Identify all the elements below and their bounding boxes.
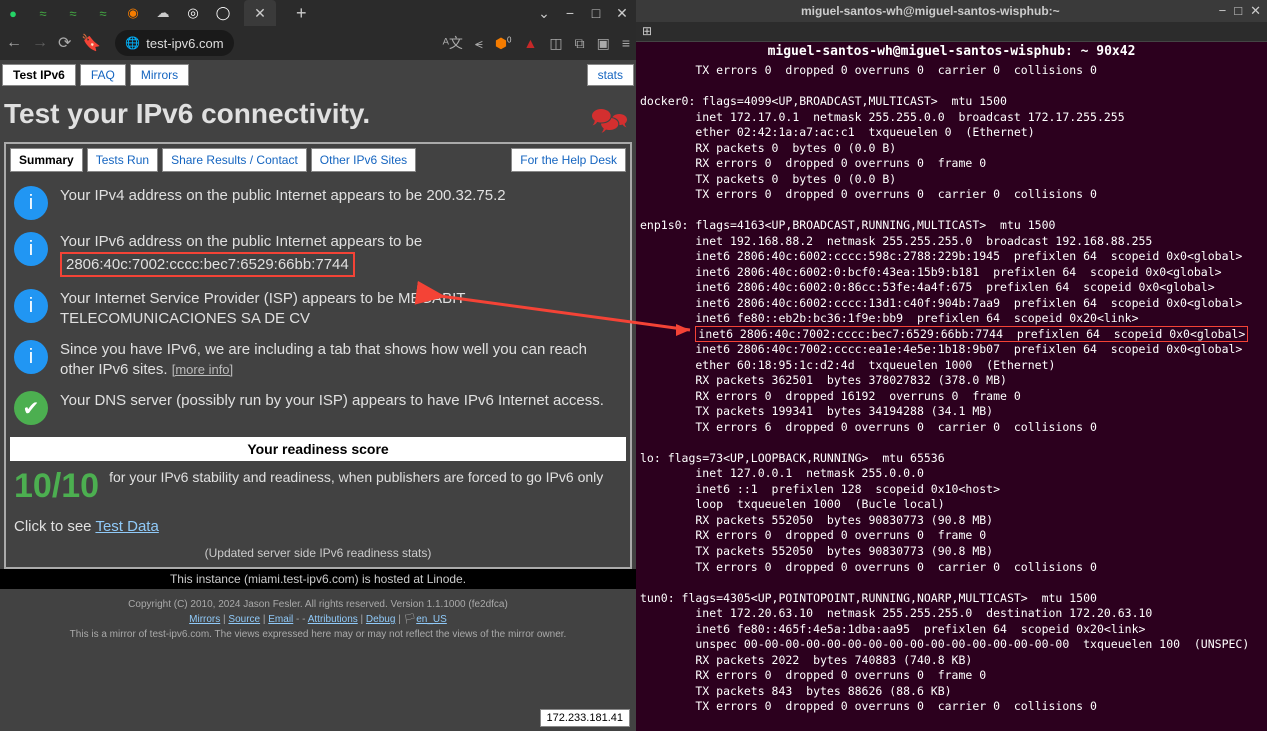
terminal-ipv6-highlight: inet6 2806:40c:7002:cccc:bec7:6529:66bb:… — [695, 326, 1248, 342]
footer-email[interactable]: Email — [268, 614, 293, 625]
updated-stats: (Updated server side IPv6 readiness stat… — [10, 543, 626, 563]
results-box: Summary Tests Run Share Results / Contac… — [4, 142, 632, 569]
grid-icon[interactable]: ⊞ — [636, 22, 658, 40]
footer-mirror-note: This is a mirror of test-ipv6.com. The v… — [70, 629, 567, 640]
ipv6-sites-result: Since you have IPv6, we are including a … — [60, 340, 622, 379]
page-content: Test IPv6 FAQ Mirrors stats 🗫 Test your … — [0, 60, 636, 731]
ipv6-sites-text: Since you have IPv6, we are including a … — [60, 341, 587, 378]
tab-faq[interactable]: FAQ — [80, 64, 126, 86]
ipv6-result-pre: Your IPv6 address on the public Internet… — [60, 233, 422, 250]
subtab-share[interactable]: Share Results / Contact — [162, 148, 307, 172]
sidebar-icon[interactable]: ▣ — [597, 35, 610, 52]
orange-app-icon[interactable]: ◉ — [124, 4, 142, 22]
footer-copyright: Copyright (C) 2010, 2024 Jason Fesler. A… — [128, 599, 508, 610]
subtab-help-desk[interactable]: For the Help Desk — [511, 148, 626, 172]
more-info-link[interactable]: [more info] — [172, 362, 233, 377]
panda-icon[interactable]: ◎ — [184, 4, 202, 22]
dns-result: Your DNS server (possibly run by your IS… — [60, 391, 604, 411]
terminal-window-title: miguel-santos-wh@miguel-santos-wisphub:~ — [801, 4, 1060, 18]
wallet-icon[interactable]: ◫ — [549, 35, 562, 52]
tab-stats[interactable]: stats — [587, 64, 634, 86]
info-icon: i — [14, 289, 48, 323]
footer: Copyright (C) 2010, 2024 Jason Fesler. A… — [0, 589, 636, 650]
footer-locale[interactable]: en_US — [416, 614, 447, 625]
info-icon: i — [14, 340, 48, 374]
wifi-icon[interactable]: ≈ — [34, 4, 52, 22]
check-icon: ✔ — [14, 391, 48, 425]
tab-test-ipv6[interactable]: Test IPv6 — [2, 64, 76, 86]
new-tab-button[interactable]: + — [288, 3, 315, 24]
share-icon[interactable]: ⪪ — [475, 35, 483, 52]
test-data-line: Click to see Test Data — [10, 510, 626, 543]
bookmark-icon[interactable]: 🔖 — [81, 33, 101, 53]
score-description: for your IPv6 stability and readiness, w… — [109, 467, 603, 506]
browser-nav-bar: ← → ⟳ 🔖 🌐 test-ipv6.com ᴬ文 ⪪ ⬢0 ▲ ◫ ⧉ ▣ … — [0, 26, 636, 60]
footer-debug[interactable]: Debug — [366, 614, 395, 625]
active-tab-close[interactable]: ✕ — [244, 0, 276, 26]
info-icon: i — [14, 232, 48, 266]
chevron-down-icon[interactable]: ⌄ — [534, 4, 554, 22]
reload-button[interactable]: ⟳ — [58, 33, 71, 53]
footer-mirrors[interactable]: Mirrors — [189, 614, 220, 625]
wifi-icon-3[interactable]: ≈ — [94, 4, 112, 22]
ipv6-result: Your IPv6 address on the public Internet… — [60, 232, 422, 277]
isp-result: Your Internet Service Provider (ISP) app… — [60, 289, 622, 328]
score-header: Your readiness score — [10, 437, 626, 461]
terminal-titlebar: miguel-santos-wh@miguel-santos-wisphub:~… — [636, 0, 1267, 22]
footer-source[interactable]: Source — [228, 614, 260, 625]
menu-icon[interactable]: ≡ — [622, 35, 630, 51]
term-close-icon[interactable]: ✕ — [1250, 3, 1261, 19]
term-maximize-icon[interactable]: □ — [1234, 3, 1242, 19]
footer-attributions[interactable]: Attributions — [308, 614, 358, 625]
address-bar[interactable]: 🌐 test-ipv6.com — [115, 30, 233, 56]
cloud-icon[interactable]: ☁ — [154, 4, 172, 22]
terminal-output[interactable]: TX errors 0 dropped 0 overruns 0 carrier… — [636, 61, 1267, 717]
page-title: Test your IPv6 connectivity. — [0, 90, 636, 142]
extensions-icon[interactable]: ⧉ — [575, 35, 585, 52]
url-text: test-ipv6.com — [146, 36, 223, 51]
tab-mirrors[interactable]: Mirrors — [130, 64, 189, 86]
forward-button[interactable]: → — [32, 34, 48, 52]
back-button[interactable]: ← — [6, 34, 22, 52]
github-icon[interactable]: ◯ — [214, 4, 232, 22]
test-data-link[interactable]: Test Data — [95, 518, 158, 535]
ipv4-result: Your IPv4 address on the public Internet… — [60, 186, 506, 206]
subtab-other-sites[interactable]: Other IPv6 Sites — [311, 148, 416, 172]
minimize-icon[interactable]: − — [560, 4, 580, 22]
close-icon[interactable]: ✕ — [612, 4, 632, 22]
whatsapp-icon[interactable]: ● — [4, 4, 22, 22]
readiness-score: 10/10 — [14, 467, 99, 506]
wifi-icon-2[interactable]: ≈ — [64, 4, 82, 22]
testdata-pre: Click to see — [14, 518, 95, 535]
maximize-icon[interactable]: □ — [586, 4, 606, 22]
ipv6-address-highlight: 2806:40c:7002:cccc:bec7:6529:66bb:7744 — [60, 252, 355, 278]
subtab-summary[interactable]: Summary — [10, 148, 83, 172]
terminal-menubar[interactable]: ⊞ — [636, 22, 1267, 42]
subtab-tests-run[interactable]: Tests Run — [87, 148, 158, 172]
server-ip-badge: 172.233.181.41 — [540, 709, 630, 727]
brave-shield-icon[interactable]: ⬢0 — [495, 35, 512, 52]
translate-badge-icon[interactable]: 🗫 — [591, 100, 628, 148]
instance-info: This instance (miami.test-ipv6.com) is h… — [0, 569, 636, 589]
browser-titlebar: ● ≈ ≈ ≈ ◉ ☁ ◎ ◯ ✕ + ⌄ − □ ✕ — [0, 0, 636, 26]
terminal-header: miguel-santos-wh@miguel-santos-wisphub: … — [636, 42, 1267, 61]
translate-icon[interactable]: ᴬ文 — [443, 33, 463, 53]
term-minimize-icon[interactable]: − — [1219, 3, 1227, 19]
info-icon: i — [14, 186, 48, 220]
site-icon: 🌐 — [125, 36, 140, 50]
warning-triangle-icon[interactable]: ▲ — [524, 35, 538, 51]
